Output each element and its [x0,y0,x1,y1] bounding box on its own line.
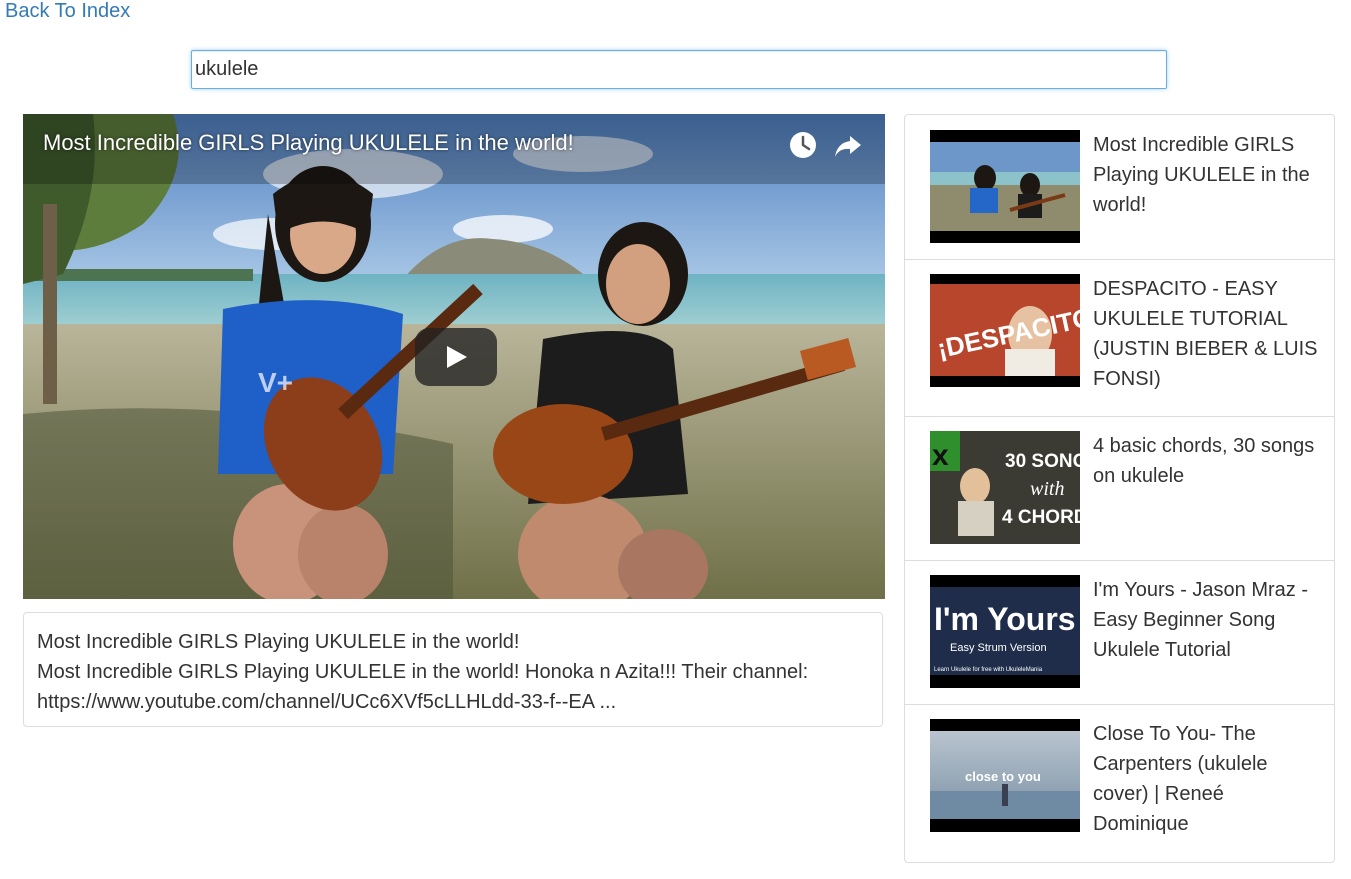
video-thumbnail[interactable]: ¡DESPACITO! [930,274,1080,387]
video-thumbnail[interactable]: close to you [930,719,1080,832]
description-text: Most Incredible GIRLS Playing UKULELE in… [37,661,809,683]
video-list: Most Incredible GIRLS Playing UKULELE in… [904,114,1335,863]
thumbnail-text: close to you [965,769,1041,784]
back-to-index-link[interactable]: Back To Index [5,0,130,23]
video-title[interactable]: DESPACITO - EASY UKULELE TUTORIAL (JUSTI… [1093,274,1323,394]
thumbnail-text: 30 SONGS [1005,451,1080,472]
player-title[interactable]: Most Incredible GIRLS Playing UKULELE in… [43,130,574,156]
description-link-text: https://www.youtube.com/channel/UCc6XVf5… [37,691,617,713]
shirt-text: V+ [258,367,293,398]
play-button[interactable] [415,328,497,386]
video-player[interactable]: V+ Most Incredible GIRLS Playing UKULELE… [23,114,885,599]
video-title[interactable]: Most Incredible GIRLS Playing UKULELE in… [1093,130,1323,220]
video-description-panel: Most Incredible GIRLS Playing UKULELE in… [23,612,883,727]
video-list-item[interactable]: close to you Close To You- The Carpenter… [905,704,1334,862]
thumbnail-text: with [1030,478,1064,500]
clock-icon[interactable] [788,130,818,160]
share-icon[interactable] [833,130,863,160]
video-title[interactable]: I'm Yours - Jason Mraz - Easy Beginner S… [1093,575,1323,665]
thumbnail-text: Learn Ukulele for free with UkuleleMania [934,667,1043,673]
video-list-item[interactable]: ¡DESPACITO! DESPACITO - EASY UKULELE TUT… [905,259,1334,417]
video-list-item[interactable]: I'm Yours Easy Strum Version Learn Ukule… [905,560,1334,705]
search-input[interactable] [191,50,1167,89]
video-thumbnail[interactable]: I'm Yours Easy Strum Version Learn Ukule… [930,575,1080,688]
video-list-item[interactable]: Most Incredible GIRLS Playing UKULELE in… [905,115,1334,260]
video-list-item[interactable]: x 30 SONGS with 4 CHORDS 4 basic chords,… [905,416,1334,561]
search-box [191,50,1167,89]
video-thumbnail[interactable] [930,130,1080,243]
description-title: Most Incredible GIRLS Playing UKULELE in… [37,631,520,653]
play-icon [447,346,467,368]
video-title[interactable]: Close To You- The Carpenters (ukulele co… [1093,719,1323,839]
svg-text:x: x [932,439,949,472]
thumbnail-text: 4 CHORDS [1002,507,1080,528]
video-thumbnail[interactable]: x 30 SONGS with 4 CHORDS [930,431,1080,544]
thumbnail-text: Easy Strum Version [950,642,1047,654]
video-title[interactable]: 4 basic chords, 30 songs on ukulele [1093,431,1323,491]
thumbnail-text: I'm Yours [934,601,1076,637]
